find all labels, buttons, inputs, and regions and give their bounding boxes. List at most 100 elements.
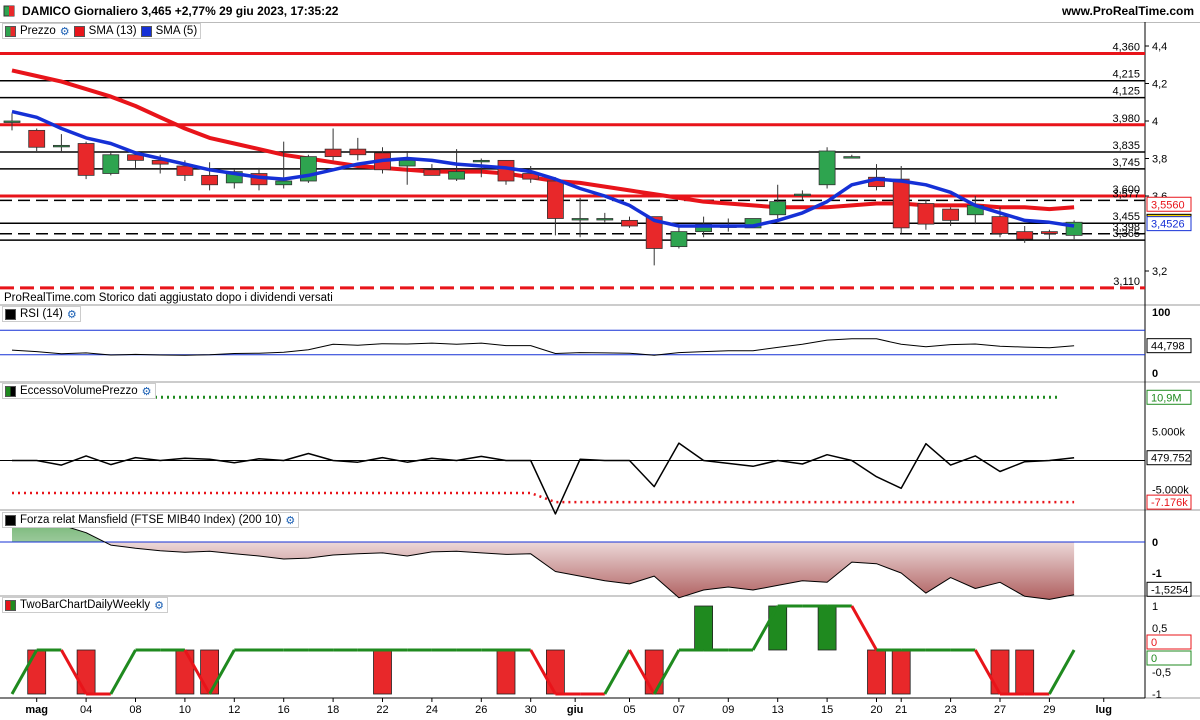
rsi-label: RSI (14) [20, 308, 63, 320]
volume-tag-1: 479.752 [1151, 453, 1191, 465]
x-tick-label-4: 12 [228, 704, 240, 716]
candle-body [53, 144, 70, 148]
candle-body [769, 201, 787, 216]
twobar-ytick-3: -1 [1152, 689, 1162, 701]
twobar-bar [990, 649, 1010, 695]
twobar-line-segment [850, 605, 878, 651]
x-tick-label-17: 20 [870, 704, 882, 716]
wrench-icon[interactable]: ⚙ [67, 308, 77, 321]
x-tick-label-1: 04 [80, 704, 92, 716]
price-ytick-1: 4,2 [1152, 79, 1167, 91]
x-tick-label-20: 27 [994, 704, 1006, 716]
twobar-ytick-1: 0,5 [1152, 623, 1167, 635]
sma5-label: SMA (5) [155, 25, 198, 37]
twobar-bar [817, 605, 837, 651]
x-tick-label-18: 21 [895, 704, 907, 716]
candle-body [28, 129, 46, 148]
mansfield-swatch [5, 514, 16, 526]
level-label-11: 3,110 [1113, 276, 1140, 288]
x-tick-label-7: 22 [376, 704, 388, 716]
twobar-line-segment [109, 649, 137, 695]
x-tick-label-6: 18 [327, 704, 339, 716]
volume-tag-2: -7.176k [1151, 497, 1188, 509]
candle-body [818, 150, 836, 186]
x-tick-label-15: 13 [772, 704, 784, 716]
volume-swatch [5, 385, 16, 397]
twobar-legend[interactable]: TwoBarChartDailyWeekly ⚙ [2, 597, 169, 613]
sma13-label: SMA (13) [88, 25, 137, 37]
twobar-bar [76, 649, 96, 695]
twobar-tag-0: 0 [1151, 637, 1157, 649]
price-tag-2: 3,4526 [1151, 219, 1185, 231]
price-tag-0: 3,5560 [1151, 199, 1185, 211]
twobar-swatch [5, 599, 16, 611]
rsi-swatch [5, 308, 16, 320]
dividend-note: ProRealTime.com Storico dati aggiustato … [4, 292, 333, 304]
mansfield-ytick-1: -1 [1152, 568, 1162, 580]
x-tick-label-5: 16 [278, 704, 290, 716]
candle-body [497, 159, 515, 182]
twobar-bar [373, 649, 392, 695]
x-tick-label-22: lug [1095, 704, 1112, 716]
wrench-icon[interactable]: ⚙ [285, 514, 295, 527]
candle-body [1041, 231, 1058, 234]
twobar-bar [694, 605, 713, 651]
price-ytick-2: 4 [1152, 116, 1158, 128]
twobar-label: TwoBarChartDailyWeekly [20, 599, 151, 611]
candle-body [423, 169, 441, 176]
twobar-ytick-0: 1 [1152, 601, 1158, 613]
mansfield-label: Forza relat Mansfield (FTSE MIB40 Index)… [20, 514, 282, 526]
volume-excess-legend[interactable]: EccessoVolumePrezzo ⚙ [2, 383, 156, 399]
price-swatch [5, 25, 16, 37]
x-tick-label-11: giu [567, 704, 584, 716]
mansfield-area-negative [12, 542, 1075, 600]
x-tick-label-8: 24 [426, 704, 438, 716]
level-label-4: 3,835 [1112, 140, 1140, 152]
x-tick-label-10: 30 [525, 704, 537, 716]
twobar-bar [768, 605, 788, 651]
candle-body [596, 218, 614, 221]
x-tick-label-12: 05 [623, 704, 635, 716]
twobar-bar [546, 649, 565, 695]
price-legend[interactable]: Prezzo ⚙ SMA (13) SMA (5) [2, 23, 202, 39]
twobar-bar [200, 649, 220, 695]
x-tick-label-21: 29 [1043, 704, 1055, 716]
mansfield-legend[interactable]: Forza relat Mansfield (FTSE MIB40 Index)… [2, 512, 300, 528]
candle-body [547, 180, 564, 219]
volume-excess-line [12, 442, 1075, 515]
rsi-legend[interactable]: RSI (14) ⚙ [2, 306, 81, 322]
x-tick-label-9: 26 [475, 704, 487, 716]
mansfield-ytick-0: 0 [1152, 537, 1158, 549]
wrench-icon[interactable]: ⚙ [142, 385, 152, 398]
candle-body [942, 208, 959, 221]
sma13-swatch [73, 25, 85, 37]
candle-body [349, 148, 367, 156]
rsi-tag-0: 44,798 [1151, 341, 1185, 353]
price-ytick-3: 3,8 [1152, 154, 1167, 166]
volume-lower-dotted [12, 491, 1075, 504]
x-tick-label-13: 07 [673, 704, 685, 716]
mansfield-tag-0: -1,5254 [1151, 584, 1188, 596]
candle-body [398, 159, 416, 167]
price-ytick-5: 3,2 [1152, 266, 1167, 278]
x-tick-label-0: mag [25, 704, 48, 716]
level-label-2: 4,125 [1112, 86, 1140, 98]
wrench-icon[interactable]: ⚙ [154, 599, 164, 612]
level-label-10: 3,365 [1112, 228, 1140, 240]
candle-body [275, 180, 293, 186]
candle-body [670, 231, 688, 248]
chart-canvas: 4,3604,2154,1253,9803,8353,7453,6003,577… [0, 5, 1200, 716]
level-label-5: 3,745 [1112, 157, 1140, 169]
level-label-1: 4,215 [1112, 69, 1140, 81]
candle-body [448, 171, 466, 180]
sma5-swatch [140, 25, 152, 37]
twobar-bar [867, 649, 886, 695]
wrench-icon[interactable]: ⚙ [60, 25, 70, 38]
twobar-line-segment [1048, 649, 1076, 695]
twobar-ytick-2: -0,5 [1152, 667, 1171, 679]
volume-tag-0: 10,9M [1151, 392, 1182, 404]
candle-body [102, 154, 120, 174]
twobar-line-segment [603, 649, 631, 695]
x-tick-label-2: 08 [129, 704, 141, 716]
price-label: Prezzo [20, 25, 56, 37]
